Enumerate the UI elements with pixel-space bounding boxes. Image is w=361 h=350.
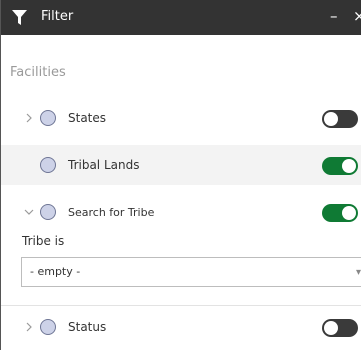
toggle-knob bbox=[324, 112, 338, 126]
panel-title: Filter bbox=[41, 9, 74, 24]
toggle-knob bbox=[324, 321, 338, 335]
tribe-select-value: - empty - bbox=[30, 265, 81, 278]
panel-header: Filter – × bbox=[1, 0, 361, 35]
layer-label-tribal-lands: Tribal Lands bbox=[68, 158, 140, 172]
layer-radio-search-for-tribe[interactable] bbox=[40, 204, 56, 220]
layer-radio-tribal-lands[interactable] bbox=[40, 157, 56, 173]
chevron-right-icon[interactable] bbox=[24, 113, 34, 123]
toggle-states[interactable] bbox=[322, 110, 358, 128]
layer-row-search-for-tribe: Search for Tribe bbox=[1, 192, 361, 232]
filter-panel: Filter – × Facilities States Tribal Land… bbox=[0, 0, 361, 350]
layer-label-search-for-tribe: Search for Tribe bbox=[68, 206, 155, 219]
toggle-knob bbox=[342, 159, 356, 173]
toggle-status[interactable] bbox=[322, 319, 358, 337]
layer-radio-states[interactable] bbox=[40, 110, 56, 126]
close-button[interactable]: × bbox=[353, 7, 361, 25]
filter-icon bbox=[12, 10, 27, 25]
layer-row-states: States bbox=[1, 98, 361, 138]
layer-label-status: Status bbox=[68, 320, 107, 334]
toggle-knob bbox=[342, 206, 356, 220]
toggle-search-for-tribe[interactable] bbox=[322, 204, 358, 222]
layer-label-states: States bbox=[68, 111, 107, 125]
minimize-button[interactable]: – bbox=[330, 7, 338, 25]
toggle-tribal-lands[interactable] bbox=[322, 157, 358, 175]
layer-radio-status[interactable] bbox=[40, 319, 56, 335]
divider bbox=[1, 305, 361, 306]
layer-row-status: Status bbox=[1, 307, 361, 347]
tribe-select[interactable]: - empty - ▾ bbox=[21, 257, 361, 287]
tribe-filter-label: Tribe is bbox=[22, 234, 65, 248]
section-title: Facilities bbox=[10, 65, 66, 80]
chevron-down-icon[interactable] bbox=[24, 207, 34, 217]
layer-row-tribal-lands: Tribal Lands bbox=[1, 145, 361, 185]
chevron-right-icon[interactable] bbox=[24, 322, 34, 332]
chevron-down-icon: ▾ bbox=[356, 267, 361, 278]
